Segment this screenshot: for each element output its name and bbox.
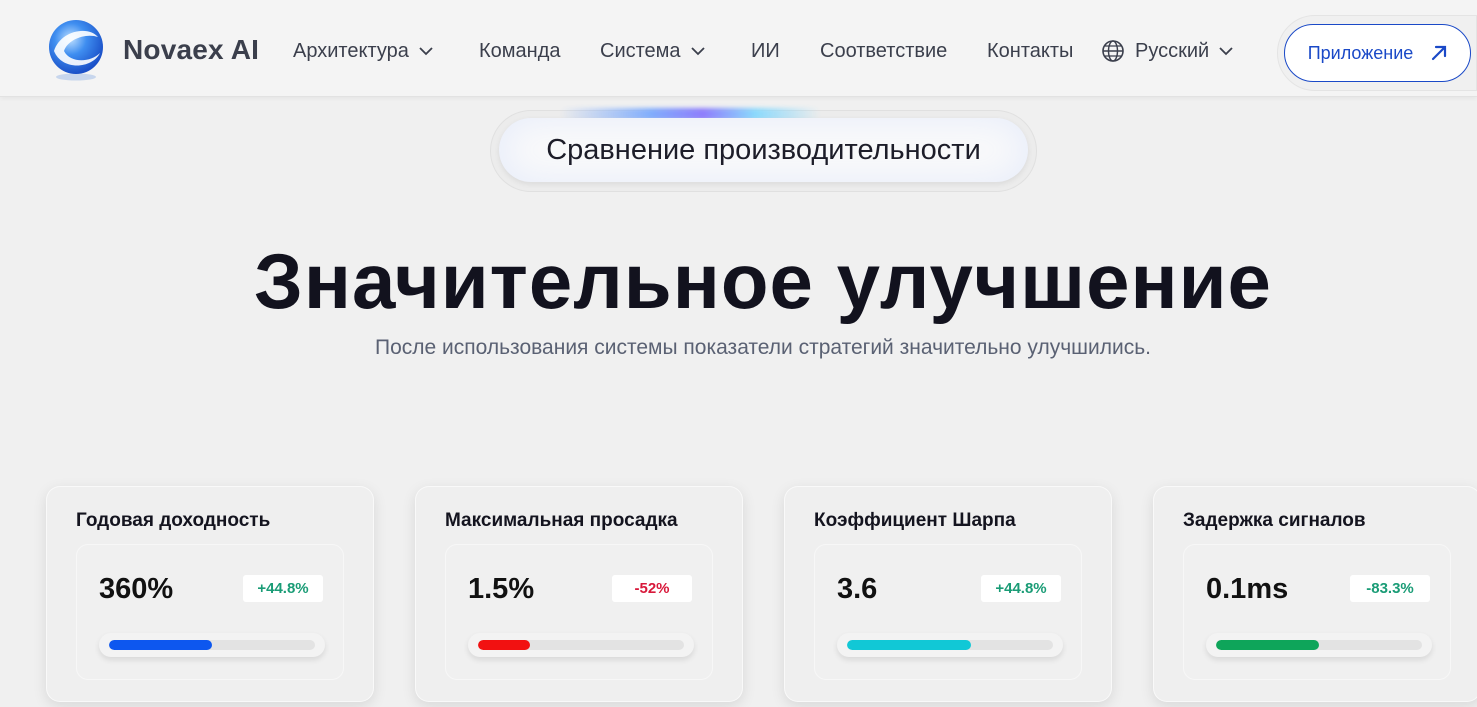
progress-track [109, 640, 315, 650]
nav-ai-label: ИИ [751, 40, 780, 62]
app-button[interactable]: Приложение [1284, 24, 1471, 82]
section-pill: Сравнение производительности [499, 118, 1028, 182]
language-selector[interactable]: Русский [1101, 39, 1233, 63]
metric-value: 0.1ms [1206, 573, 1289, 605]
metric-panel: 0.1ms -83.3% [1183, 544, 1451, 680]
metric-panel: 1.5% -52% [445, 544, 713, 680]
metric-title: Коэффициент Шарпа [814, 510, 1016, 531]
chevron-down-icon [1219, 46, 1233, 55]
metric-title: Годовая доходность [76, 510, 271, 531]
progress-bar [1206, 633, 1432, 657]
delta-badge: -83.3% [1350, 575, 1430, 602]
metric-value: 1.5% [468, 573, 535, 605]
arrow-up-right-icon [1432, 45, 1447, 61]
progress-fill [847, 640, 971, 650]
chevron-down-icon [419, 47, 433, 56]
metric-card-annual-return: Годовая доходность 360% +44.8% [46, 486, 374, 702]
progress-track [847, 640, 1053, 650]
progress-fill [109, 640, 212, 650]
nav-system-label: Система [600, 40, 681, 62]
progress-bar [468, 633, 694, 657]
logo-icon[interactable] [46, 17, 106, 83]
metric-value: 3.6 [837, 573, 878, 605]
progress-bar [99, 633, 325, 657]
brand-name[interactable]: Novaex AI [123, 34, 259, 66]
hero-title: Значительное улучшение [254, 237, 1272, 325]
metric-value: 360% [99, 573, 174, 605]
nav-compliance[interactable]: Соответствие [820, 40, 947, 63]
globe-icon [1102, 40, 1124, 62]
chevron-down-icon [690, 47, 705, 56]
hero-subtitle: После использования системы показатели с… [375, 336, 1151, 359]
delta-badge: +44.8% [981, 575, 1061, 602]
nav-system[interactable]: Система [600, 40, 705, 63]
language-label: Русский [1135, 39, 1210, 62]
metric-title: Максимальная просадка [445, 510, 678, 531]
progress-fill [478, 640, 530, 650]
nav-architecture[interactable]: Архитектура [293, 40, 433, 63]
progress-track [1216, 640, 1422, 650]
nav-architecture-label: Архитектура [293, 40, 409, 62]
metric-panel: 360% +44.8% [76, 544, 344, 680]
nav-contacts[interactable]: Контакты [987, 40, 1073, 63]
nav-team-label: Команда [479, 40, 561, 62]
metric-card-max-drawdown: Максимальная просадка 1.5% -52% [415, 486, 743, 702]
progress-bar [837, 633, 1063, 657]
delta-badge: +44.8% [243, 575, 323, 602]
app-button-label: Приложение [1307, 42, 1414, 63]
nav-contacts-label: Контакты [987, 40, 1074, 62]
top-navbar: Novaex AI Архитектура Команда Система ИИ… [0, 0, 1477, 97]
nav-ai[interactable]: ИИ [751, 40, 780, 63]
nav-compliance-label: Соответствие [820, 40, 948, 62]
metric-card-sharpe-ratio: Коэффициент Шарпа 3.6 +44.8% [784, 486, 1112, 702]
metric-panel: 3.6 +44.8% [814, 544, 1082, 680]
metric-card-signal-latency: Задержка сигналов 0.1ms -83.3% [1153, 486, 1477, 702]
metric-title: Задержка сигналов [1183, 510, 1366, 531]
delta-badge: -52% [612, 575, 692, 602]
progress-track [478, 640, 684, 650]
nav-team[interactable]: Команда [479, 40, 560, 63]
progress-fill [1216, 640, 1319, 650]
